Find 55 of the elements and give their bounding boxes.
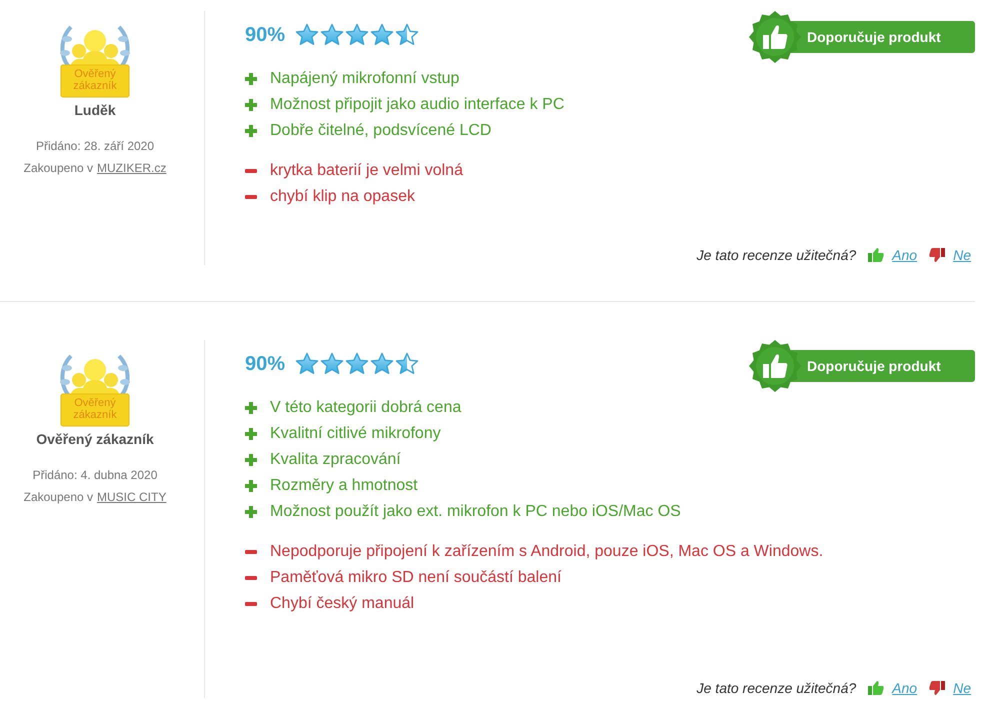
pro-text: Kvalitní citlivé mikrofony: [270, 425, 441, 443]
star-icon: [295, 352, 320, 376]
date-added: Přidáno: 4. dubna 2020: [32, 468, 158, 482]
thumbs-up-icon: [868, 248, 884, 262]
con-text: Nepodporuje připojení k zařízením s Android, pouze iOS, Mac OS a Windows.: [270, 543, 824, 561]
star-icon: [395, 23, 420, 47]
con-text: krytka baterií je velmi volná: [270, 162, 463, 180]
plus-icon: [245, 506, 257, 518]
star-icon: [370, 352, 394, 376]
star-icon: [345, 23, 370, 47]
date-added: Přidáno: 28. září 2020: [36, 139, 154, 153]
thumbs-down-icon: [929, 681, 946, 695]
star-icon: [370, 23, 394, 47]
author-name: Luděk: [74, 102, 116, 118]
purchased-label: Zakoupeno v: [24, 490, 94, 504]
star-icon: [295, 23, 320, 47]
pro-text: Dobře čitelné, podsvícené LCD: [270, 122, 492, 140]
plus-icon: [245, 73, 257, 85]
purchased-label: Zakoupeno v: [24, 161, 94, 175]
pro-text: Možnost použít jako ext. mikrofon k PC nebo iOS/Mac OS: [270, 503, 681, 521]
plus-icon: [245, 428, 257, 440]
con-text: chybí klip na opasek: [270, 188, 415, 206]
helpful-question: Je tato recenze užitečná?: [696, 680, 856, 696]
pro-text: Napájený mikrofonní vstup: [270, 70, 460, 88]
rating-percent: 90%: [245, 24, 286, 46]
thumbs-up-icon: [868, 681, 884, 695]
pro-text: Kvalita zpracování: [270, 451, 401, 469]
star-icon: [345, 352, 370, 376]
author-name: Ověřený zákazník: [36, 431, 154, 447]
thumbs-up-seal-icon: [749, 11, 801, 63]
thumbs-down-icon: [929, 248, 946, 262]
shop-link[interactable]: MUZIKER.cz: [97, 161, 166, 175]
pro-text: Možnost připojit jako audio interface k PC: [270, 96, 564, 114]
badge-label: Ověřený zákazník: [72, 397, 118, 421]
rating-percent: 90%: [245, 352, 286, 376]
no-link[interactable]: Ne: [953, 247, 971, 263]
plus-icon: [245, 454, 257, 466]
yes-link[interactable]: Ano: [892, 680, 918, 696]
no-link[interactable]: Ne: [953, 680, 971, 696]
pro-text: Rozměry a hmotnost: [270, 477, 418, 495]
con-text: Chybí český manuál: [270, 595, 414, 613]
plus-icon: [245, 99, 257, 111]
star-icon: [320, 352, 344, 376]
thumbs-up-seal-icon: [749, 340, 801, 392]
helpful-question: Je tato recenze užitečná?: [696, 247, 856, 263]
badge-label: Ověřený zákazník: [72, 68, 118, 92]
yes-link[interactable]: Ano: [892, 247, 918, 263]
plus-icon: [245, 402, 257, 414]
plus-icon: [245, 125, 257, 137]
con-text: Paměťová mikro SD není součástí balení: [270, 569, 562, 587]
star-icon: [395, 352, 420, 376]
shop-link[interactable]: MUSIC CITY: [97, 490, 166, 504]
pro-text: V této kategorii dobrá cena: [270, 399, 462, 417]
plus-icon: [245, 480, 257, 492]
star-icon: [320, 23, 344, 47]
